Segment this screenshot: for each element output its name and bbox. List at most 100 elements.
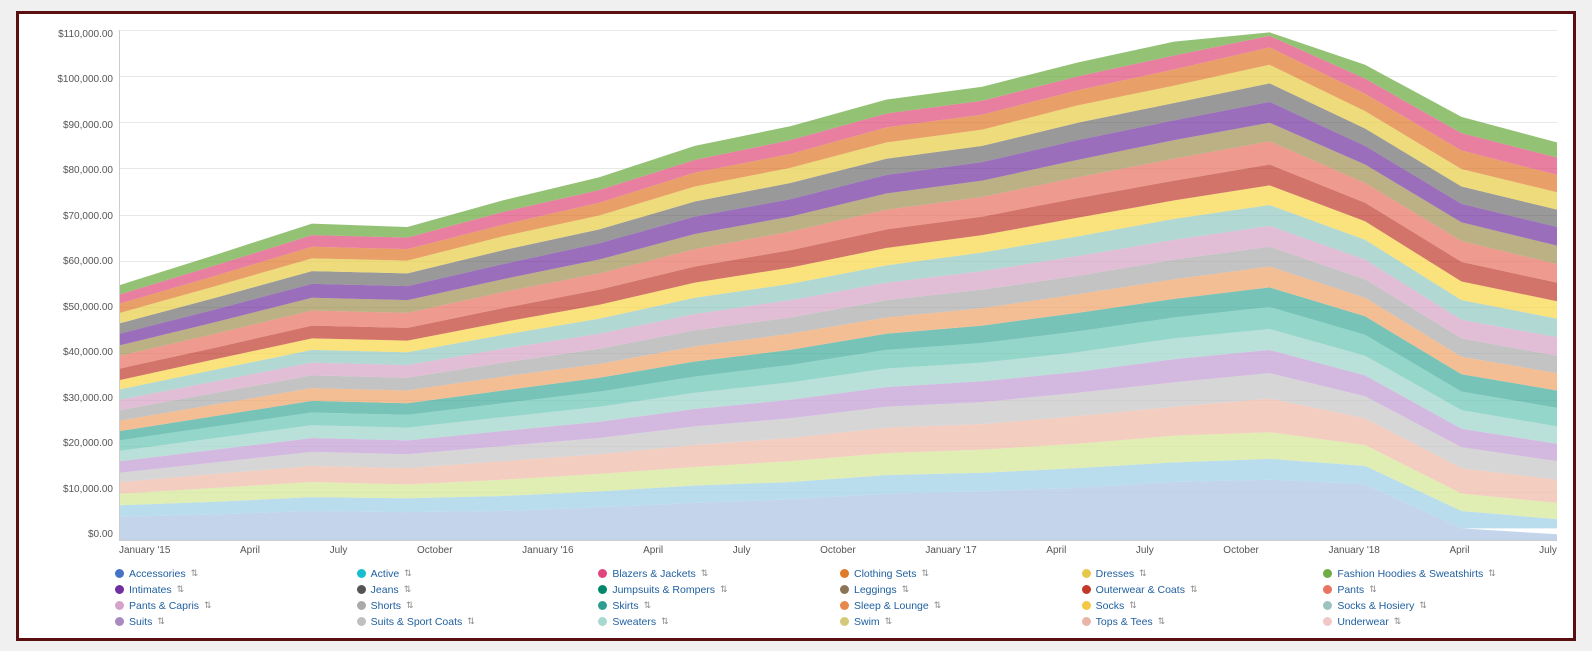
legend-label[interactable]: Skirts [612, 600, 638, 612]
legend-sort-icon: ⇅ [191, 568, 199, 579]
legend-label[interactable]: Outerwear & Coats [1096, 584, 1185, 596]
legend-dot [840, 617, 849, 626]
legend-label[interactable]: Pants [1337, 584, 1364, 596]
legend-sort-icon: ⇅ [934, 600, 942, 611]
chart-with-yaxis: $0.00$10,000.00$20,000.00$30,000.00$40,0… [39, 30, 1557, 558]
legend-item: Dresses ⇅ [1082, 568, 1316, 580]
legend-dot [115, 585, 124, 594]
legend-sort-icon: ⇅ [404, 584, 412, 595]
legend-label[interactable]: Leggings [854, 584, 897, 596]
legend-item: Suits & Sport Coats ⇅ [357, 616, 591, 628]
legend-dot [840, 601, 849, 610]
legend-sort-icon: ⇅ [1488, 568, 1496, 579]
plot-area [119, 30, 1557, 541]
legend-label[interactable]: Jumpsuits & Rompers [612, 584, 715, 596]
legend-label[interactable]: Clothing Sets [854, 568, 916, 580]
legend-label[interactable]: Blazers & Jackets [612, 568, 695, 580]
legend-label[interactable]: Underwear [1337, 616, 1388, 628]
legend-dot [598, 585, 607, 594]
legend-item: Underwear ⇅ [1323, 616, 1557, 628]
x-tick: October [820, 545, 856, 556]
chart-area: $0.00$10,000.00$20,000.00$30,000.00$40,0… [35, 30, 1557, 558]
legend-label[interactable]: Active [371, 568, 400, 580]
x-tick: April [643, 545, 663, 556]
y-tick: $20,000.00 [39, 439, 113, 449]
legend-label[interactable]: Sleep & Lounge [854, 600, 929, 612]
legend-item: Skirts ⇅ [598, 600, 832, 612]
legend-dot [1082, 569, 1091, 578]
legend-dot [598, 569, 607, 578]
x-tick: January '18 [1328, 545, 1379, 556]
legend-item: Socks & Hosiery ⇅ [1323, 600, 1557, 612]
x-tick: April [1046, 545, 1066, 556]
legend-label[interactable]: Sweaters [612, 616, 656, 628]
y-tick: $30,000.00 [39, 394, 113, 404]
legend-item: Leggings ⇅ [840, 584, 1074, 596]
legend-label[interactable]: Jeans [371, 584, 399, 596]
y-tick: $100,000.00 [39, 75, 113, 85]
legend-label[interactable]: Intimates [129, 584, 172, 596]
legend-dot [357, 569, 366, 578]
legend-label[interactable]: Pants & Capris [129, 600, 199, 612]
legend-label[interactable]: Socks [1096, 600, 1125, 612]
legend-dot [357, 585, 366, 594]
legend-label[interactable]: Fashion Hoodies & Sweatshirts [1337, 568, 1483, 580]
legend-sort-icon: ⇅ [404, 568, 412, 579]
legend-item: Blazers & Jackets ⇅ [598, 568, 832, 580]
legend-item: Pants & Capris ⇅ [115, 600, 349, 612]
y-tick: $110,000.00 [39, 30, 113, 40]
legend-item: Jeans ⇅ [357, 584, 591, 596]
x-tick: July [1539, 545, 1557, 556]
legend-label[interactable]: Accessories [129, 568, 186, 580]
legend-item: Jumpsuits & Rompers ⇅ [598, 584, 832, 596]
legend-item: Clothing Sets ⇅ [840, 568, 1074, 580]
legend-label[interactable]: Suits & Sport Coats [371, 616, 463, 628]
legend-item: Intimates ⇅ [115, 584, 349, 596]
legend-item: Swim ⇅ [840, 616, 1074, 628]
legend-dot [1082, 601, 1091, 610]
legend-item: Shorts ⇅ [357, 600, 591, 612]
y-tick: $90,000.00 [39, 121, 113, 131]
legend-label[interactable]: Shorts [371, 600, 401, 612]
y-tick: $60,000.00 [39, 257, 113, 267]
legend-label[interactable]: Suits [129, 616, 152, 628]
y-tick: $40,000.00 [39, 348, 113, 358]
legend-item: Socks ⇅ [1082, 600, 1316, 612]
legend-item: Sweaters ⇅ [598, 616, 832, 628]
legend-label[interactable]: Swim [854, 616, 880, 628]
chart-container: $0.00$10,000.00$20,000.00$30,000.00$40,0… [16, 11, 1576, 641]
legend-dot [115, 617, 124, 626]
x-tick: April [240, 545, 260, 556]
legend-sort-icon: ⇅ [701, 568, 709, 579]
legend-sort-icon: ⇅ [177, 584, 185, 595]
legend-dot [1323, 585, 1332, 594]
x-tick: October [1223, 545, 1259, 556]
x-tick: October [417, 545, 453, 556]
legend-dot [598, 617, 607, 626]
legend-item: Suits ⇅ [115, 616, 349, 628]
legend-item: Active ⇅ [357, 568, 591, 580]
legend-sort-icon: ⇅ [1158, 616, 1166, 627]
legend-dot [115, 569, 124, 578]
legend-dot [598, 601, 607, 610]
legend-sort-icon: ⇅ [1190, 584, 1198, 595]
legend-label[interactable]: Dresses [1096, 568, 1135, 580]
x-ticks: January '15AprilJulyOctoberJanuary '16Ap… [119, 541, 1557, 556]
legend-item: Pants ⇅ [1323, 584, 1557, 596]
legend-dot [1323, 569, 1332, 578]
legend-dot [115, 601, 124, 610]
legend-dot [1323, 617, 1332, 626]
legend-item: Fashion Hoodies & Sweatshirts ⇅ [1323, 568, 1557, 580]
legend-sort-icon: ⇅ [921, 568, 929, 579]
legend-dot [840, 585, 849, 594]
legend-dot [840, 569, 849, 578]
x-tick: July [1136, 545, 1154, 556]
y-ticks-and-plot: $0.00$10,000.00$20,000.00$30,000.00$40,0… [39, 30, 1557, 541]
legend-label[interactable]: Tops & Tees [1096, 616, 1153, 628]
legend-sort-icon: ⇅ [467, 616, 475, 627]
y-tick: $50,000.00 [39, 303, 113, 313]
legend-dot [1082, 585, 1091, 594]
legend-label[interactable]: Socks & Hosiery [1337, 600, 1414, 612]
legend-dot [1323, 601, 1332, 610]
x-tick: July [330, 545, 348, 556]
